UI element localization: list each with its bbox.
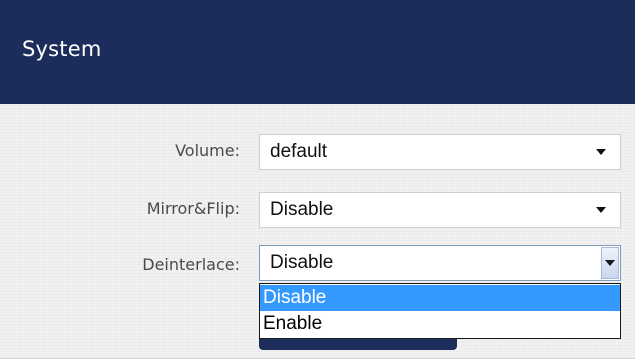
deinterlace-select[interactable]: Disable <box>259 245 621 281</box>
deinterlace-select-value: Disable <box>270 252 334 273</box>
option-enable[interactable]: Enable <box>260 311 620 337</box>
mirror-flip-label: Mirror&Flip: <box>146 199 240 218</box>
volume-label: Volume: <box>175 141 240 160</box>
volume-select-value: default <box>270 141 328 162</box>
mirror-flip-select-value: Disable <box>270 199 334 220</box>
header-bar: System <box>0 0 635 104</box>
page-title: System <box>22 37 102 61</box>
chevron-down-icon <box>596 207 606 213</box>
bottom-divider <box>0 359 635 363</box>
system-settings-window: System Volume: default Mirror&Flip: Disa… <box>0 0 635 363</box>
dropdown-button[interactable] <box>601 247 619 279</box>
deinterlace-label: Deinterlace: <box>142 255 240 274</box>
mirror-flip-select[interactable]: Disable <box>259 192 621 228</box>
chevron-down-icon <box>596 149 606 155</box>
volume-select[interactable]: default <box>259 134 621 170</box>
deinterlace-options-list: Disable Enable <box>259 283 621 339</box>
option-disable[interactable]: Disable <box>260 285 620 311</box>
chevron-down-icon <box>605 260 615 266</box>
